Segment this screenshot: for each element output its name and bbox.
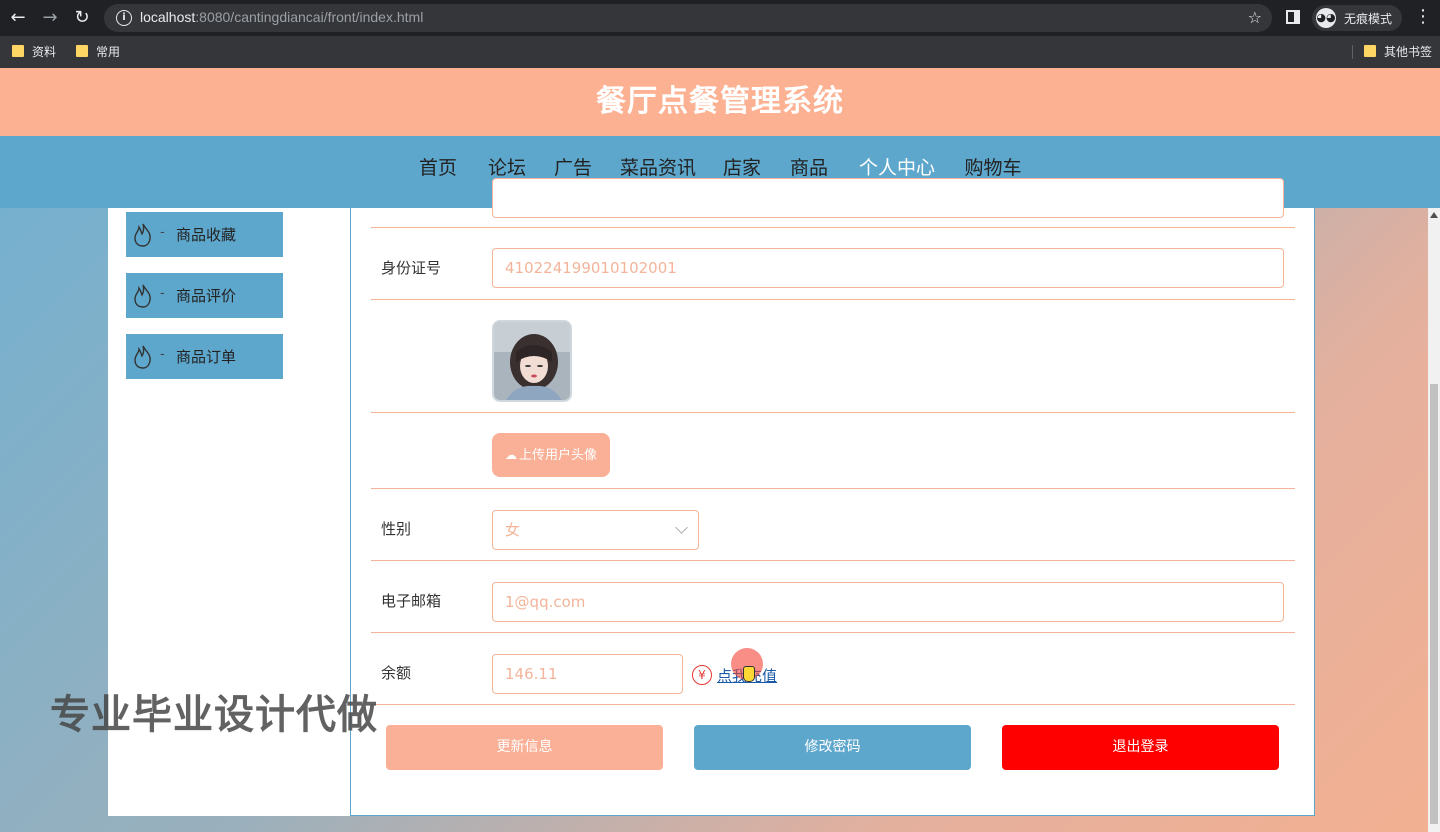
avatar-image xyxy=(494,322,570,400)
bookmark-folder[interactable]: 常用 xyxy=(76,43,120,61)
separator-dash: - xyxy=(160,225,165,240)
folder-icon xyxy=(1364,45,1376,57)
gender-selected-value: 女 xyxy=(505,521,521,539)
reload-icon[interactable]: ↻ xyxy=(70,6,94,30)
row-divider xyxy=(371,488,1295,489)
folder-icon xyxy=(12,45,24,57)
logout-button[interactable]: 退出登录 xyxy=(1002,725,1279,770)
site-title: 餐厅点餐管理系统 xyxy=(596,84,844,119)
separator-dash: - xyxy=(160,286,165,301)
forward-arrow-icon[interactable]: → xyxy=(38,6,62,30)
bookmarks-bar: 资料 常用 其他书签 xyxy=(0,36,1440,68)
change-password-button[interactable]: 修改密码 xyxy=(694,725,971,770)
sidebar-item-reviews[interactable]: - 商品评价 xyxy=(126,273,283,318)
incognito-badge[interactable]: ◕◕ 无痕模式 xyxy=(1312,5,1402,31)
watermark-text: 专业毕业设计代做 xyxy=(50,692,378,738)
id-number-input[interactable]: 410224199010102001 xyxy=(492,248,1284,288)
browser-menu-icon[interactable]: ⋮ xyxy=(1414,6,1432,27)
page-scrollbar[interactable] xyxy=(1428,208,1440,832)
bookmark-folder[interactable]: 资料 xyxy=(12,43,56,61)
browser-toolbar: ← → ↻ i localhost:8080/cantingdiancai/fr… xyxy=(0,0,1440,36)
profile-form: 身份证号 410224199010102001 ☁ 上传用户头像 性别 女 电子… xyxy=(350,178,1315,816)
gender-label: 性别 xyxy=(381,520,412,538)
sidebar-item-orders[interactable]: - 商品订单 xyxy=(126,334,283,379)
nav-home[interactable]: 首页 xyxy=(412,136,464,208)
site-header: 餐厅点餐管理系统 xyxy=(0,68,1440,136)
yen-icon: ¥ xyxy=(692,665,712,685)
site-info-icon[interactable]: i xyxy=(116,10,132,26)
balance-input[interactable]: 146.11 xyxy=(492,654,683,694)
upload-avatar-button[interactable]: ☁ 上传用户头像 xyxy=(492,433,610,477)
update-info-button[interactable]: 更新信息 xyxy=(386,725,663,770)
row-divider xyxy=(371,412,1295,413)
url-text: localhost:8080/cantingdiancai/front/inde… xyxy=(140,9,424,25)
chevron-down-icon xyxy=(675,521,688,534)
user-avatar xyxy=(492,320,572,402)
sidebar-item-label: 商品收藏 xyxy=(176,226,237,244)
row-divider xyxy=(371,560,1295,561)
scrollbar-thumb[interactable] xyxy=(1430,384,1438,824)
bookmark-star-icon[interactable]: ☆ xyxy=(1248,8,1262,27)
row-divider xyxy=(371,227,1295,228)
flame-icon xyxy=(134,223,151,247)
sidebar-item-label: 商品订单 xyxy=(176,348,237,366)
partial-input[interactable] xyxy=(492,178,1284,218)
side-panel-icon[interactable] xyxy=(1286,10,1300,24)
other-bookmarks[interactable]: 其他书签 xyxy=(1364,43,1432,61)
cloud-upload-icon: ☁ xyxy=(504,448,517,462)
hand-cursor-icon xyxy=(743,666,755,682)
flame-icon xyxy=(134,345,151,369)
email-label: 电子邮箱 xyxy=(381,592,442,610)
row-divider xyxy=(371,704,1295,705)
balance-label: 余额 xyxy=(381,664,412,682)
incognito-icon: ◕◕ xyxy=(1316,8,1336,28)
flame-icon xyxy=(134,284,151,308)
email-input[interactable]: 1@qq.com xyxy=(492,582,1284,622)
back-arrow-icon[interactable]: ← xyxy=(6,6,30,30)
folder-icon xyxy=(76,45,88,57)
gender-select[interactable]: 女 xyxy=(492,510,699,550)
separator-dash: - xyxy=(160,347,165,362)
bookmarks-divider xyxy=(1352,45,1353,59)
scroll-up-arrow-icon[interactable] xyxy=(1430,212,1438,218)
row-divider xyxy=(371,299,1295,300)
incognito-label: 无痕模式 xyxy=(1344,12,1393,26)
sidebar-item-favorites[interactable]: - 商品收藏 xyxy=(126,212,283,257)
row-divider xyxy=(371,632,1295,633)
sidebar-item-label: 商品评价 xyxy=(176,287,237,305)
address-bar[interactable]: i localhost:8080/cantingdiancai/front/in… xyxy=(104,4,1272,32)
id-number-label: 身份证号 xyxy=(381,259,442,277)
